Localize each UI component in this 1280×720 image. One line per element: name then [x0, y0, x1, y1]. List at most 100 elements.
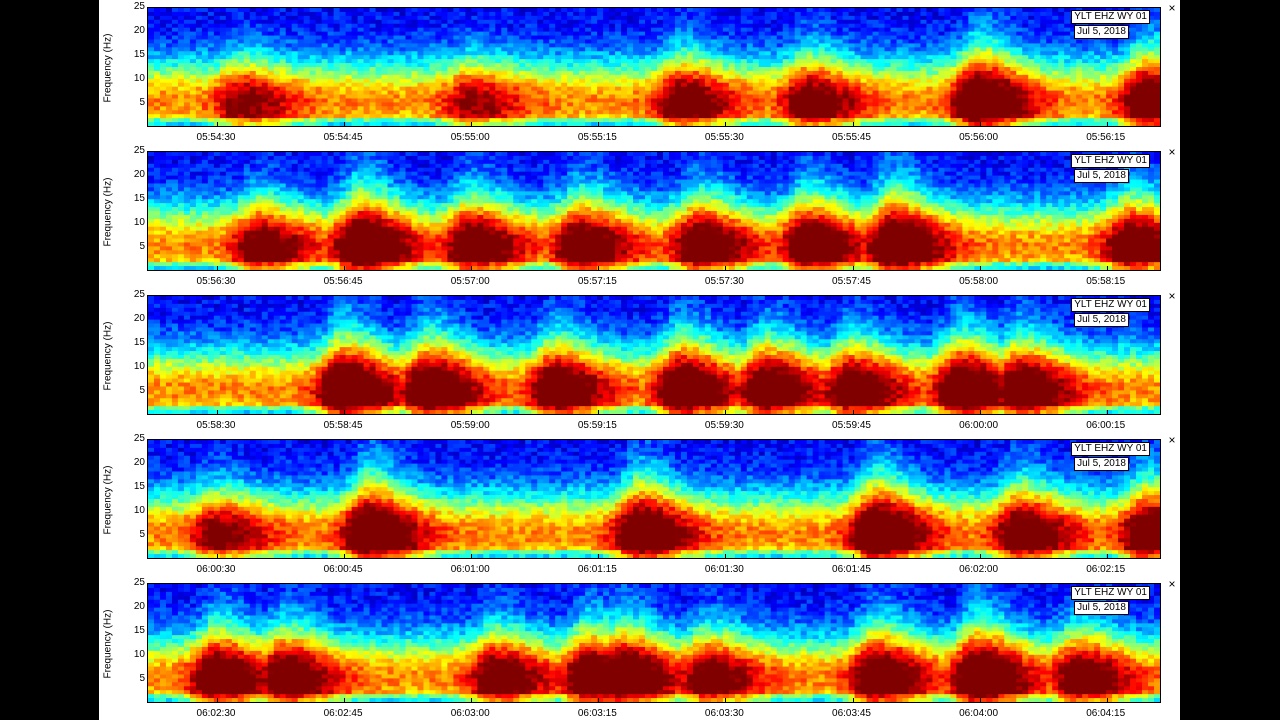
spectrogram-cell [740, 102, 748, 107]
spectrogram-cell [728, 114, 736, 119]
spectrogram-cell [375, 11, 383, 17]
spectrogram-cell [1070, 67, 1077, 72]
spectrogram-cell [183, 31, 191, 37]
spectrogram-cell [579, 102, 586, 107]
spectrogram-cell [1106, 78, 1113, 84]
spectrogram-cell [231, 39, 239, 44]
spectrogram-cell [459, 47, 466, 52]
spectrogram-cell [405, 51, 413, 56]
spectrogram-cell [153, 43, 161, 48]
spectrogram-cell [387, 15, 395, 21]
spectrogram-cell [621, 19, 628, 25]
spectrogram-cell [1124, 43, 1131, 48]
spectrogram-cell [615, 94, 622, 100]
spectrogram-cell [633, 63, 640, 68]
spectrogram-cell [333, 118, 341, 123]
spectrogram-cell [1112, 118, 1119, 123]
spectrogram-cell [764, 27, 772, 33]
spectrogram-cell [794, 47, 802, 52]
spectrogram-cell [908, 8, 916, 13]
spectrogram-cell [165, 67, 173, 72]
spectrogram-cell [537, 59, 544, 64]
spectrogram-cell [148, 63, 155, 68]
spectrogram-cell [992, 82, 999, 88]
spectrogram-cell [818, 11, 826, 17]
spectrogram-cell [177, 39, 185, 44]
spectrogram-cell [327, 67, 335, 72]
spectrogram-cell [369, 8, 377, 13]
spectrogram-cell [261, 19, 269, 25]
spectrogram-cell [309, 67, 317, 72]
spectrogram-cell [345, 35, 353, 41]
spectrogram-cell [848, 55, 856, 60]
spectrogram-cell [495, 114, 502, 119]
spectrogram-cell [806, 98, 814, 103]
spectrogram-cell [561, 39, 568, 44]
spectrogram-cell [992, 86, 999, 92]
spectrogram-cell [992, 27, 999, 33]
spectrogram-cell [201, 27, 209, 33]
spectrogram-cell [902, 78, 910, 84]
spectrogram-cell [782, 94, 790, 100]
spectrogram-cell [603, 78, 610, 84]
spectrogram-cell [1100, 55, 1107, 60]
spectrogram-cell [740, 35, 748, 41]
spectrogram-cell [375, 90, 383, 96]
spectrogram-cell [603, 90, 610, 96]
spectrogram-cell [579, 11, 586, 17]
spectrogram-cell [333, 19, 341, 25]
spectrogram-cell [932, 39, 940, 44]
spectrogram-cell [471, 35, 478, 41]
spectrogram-cell [1070, 82, 1077, 88]
spectrogram-cell [812, 74, 820, 80]
spectrogram-cell [680, 15, 688, 21]
spectrogram-cell [788, 23, 796, 29]
spectrogram-cell [1034, 27, 1041, 33]
spectrogram-cell [189, 11, 197, 17]
spectrogram-cell [303, 74, 311, 80]
spectrogram-cell [531, 94, 538, 100]
spectrogram-cell [603, 27, 610, 33]
spectrogram-cell [255, 59, 263, 64]
spectrogram-cell [686, 78, 694, 84]
spectrogram-cell [519, 35, 526, 41]
spectrogram-cell [1022, 23, 1029, 29]
spectrogram-cell [201, 19, 209, 25]
spectrogram-cell [752, 43, 760, 48]
spectrogram-cell [615, 98, 622, 103]
spectrogram-cell [321, 106, 329, 111]
spectrogram-cell [243, 94, 251, 100]
spectrogram-cell [609, 78, 616, 84]
spectrogram-cell [860, 51, 868, 56]
spectrogram-cell [1058, 67, 1065, 72]
spectrogram-cell [686, 67, 694, 72]
spectrogram-cell [1130, 82, 1137, 88]
spectrogram-cell [824, 78, 832, 84]
spectrogram-cell [495, 106, 502, 111]
spectrogram-cell [782, 47, 790, 52]
spectrogram-cell [651, 118, 658, 123]
spectrogram-cell [1034, 70, 1041, 76]
spectrogram-cell [297, 63, 305, 68]
spectrogram-cell [962, 74, 969, 80]
spectrogram-cell [411, 23, 419, 29]
spectrogram-cell [585, 94, 592, 100]
spectrogram-cell [836, 43, 844, 48]
spectrogram-cell [1034, 114, 1041, 119]
spectrogram-cell [261, 23, 269, 29]
spectrogram-cell [980, 78, 987, 84]
spectrogram-cell [884, 35, 892, 41]
spectrogram-cell [914, 63, 922, 68]
spectrogram-cell [291, 11, 299, 17]
spectrogram-cell [878, 11, 886, 17]
spectrogram-cell [171, 27, 179, 33]
spectrogram-cell [513, 15, 520, 21]
spectrogram-cell [327, 59, 335, 64]
spectrogram-cell [303, 98, 311, 103]
spectrogram-cell [435, 114, 443, 119]
spectrogram-cell [974, 8, 981, 13]
spectrogram-cell [405, 94, 413, 100]
spectrogram-canvas [148, 8, 1160, 126]
spectrogram-cell [758, 43, 766, 48]
spectrogram-cell [285, 118, 293, 123]
